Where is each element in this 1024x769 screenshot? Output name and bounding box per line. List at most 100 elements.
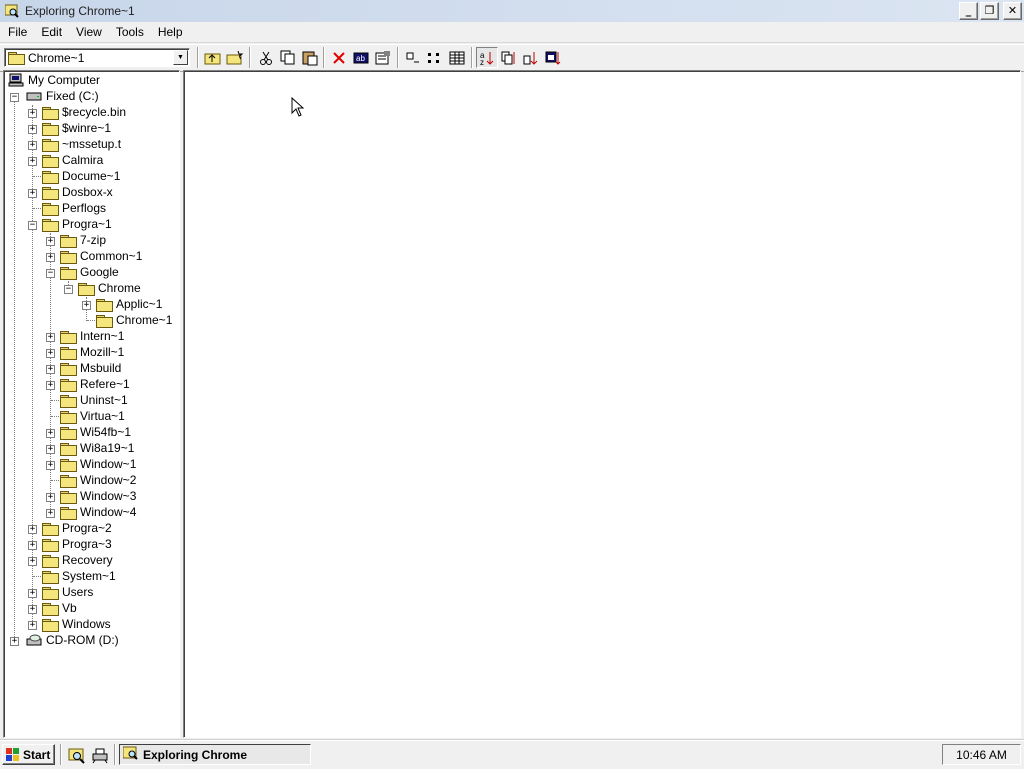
tree-item[interactable]: $recycle.bin [42, 104, 126, 120]
collapse-icon[interactable]: − [64, 285, 73, 294]
tree-item[interactable]: System~1 [42, 568, 116, 584]
expand-icon[interactable]: + [46, 365, 55, 374]
menu-help[interactable]: Help [151, 25, 190, 39]
tree-item[interactable]: Users [42, 584, 93, 600]
expand-icon[interactable]: + [46, 445, 55, 454]
tree-item[interactable]: Chrome [78, 280, 141, 296]
tree-item[interactable]: Vb [42, 600, 77, 616]
delete-button[interactable] [328, 47, 350, 68]
tree-item-drive-c[interactable]: Fixed (C:) [26, 88, 99, 104]
rename-button[interactable]: ab [350, 47, 372, 68]
chevron-down-icon[interactable]: ▼ [173, 50, 188, 65]
expand-icon[interactable]: + [28, 605, 37, 614]
tree-item[interactable]: Applic~1 [96, 296, 162, 312]
tree-item[interactable]: Refere~1 [60, 376, 130, 392]
tree-item[interactable]: Recovery [42, 552, 113, 568]
minimize-button[interactable]: _ [959, 2, 978, 20]
expand-icon[interactable]: + [28, 125, 37, 134]
tree-item[interactable]: Dosbox-x [42, 184, 113, 200]
expand-icon[interactable]: + [28, 589, 37, 598]
contents-pane[interactable] [183, 70, 1021, 738]
collapse-icon[interactable]: − [46, 269, 55, 278]
expand-icon[interactable]: + [46, 253, 55, 262]
tree-item[interactable]: Window~1 [60, 456, 136, 472]
expand-icon[interactable]: + [28, 525, 37, 534]
tree-item-selected[interactable]: Chrome~1 [96, 312, 172, 328]
map-drive-button[interactable] [224, 47, 246, 68]
tree-item[interactable]: Google [60, 264, 119, 280]
tree-item[interactable]: Window~3 [60, 488, 136, 504]
quick-launch-explorer-icon[interactable] [68, 746, 86, 764]
expand-icon[interactable]: + [28, 157, 37, 166]
expand-icon[interactable]: + [46, 461, 55, 470]
up-one-level-button[interactable] [202, 47, 224, 68]
tree-item[interactable]: Window~2 [60, 472, 136, 488]
clock[interactable]: 10:46 AM [956, 748, 1007, 762]
tree-item[interactable]: Progra~2 [42, 520, 112, 536]
toolbar: Chrome~1 ▼ ab az [0, 44, 1024, 72]
tree-item[interactable]: ~mssetup.t [42, 136, 121, 152]
restore-button[interactable]: ❐ [980, 2, 999, 20]
expand-icon[interactable]: + [10, 637, 19, 646]
large-icons-button[interactable] [402, 47, 424, 68]
tree-item-drive-d[interactable]: CD-ROM (D:) [26, 632, 119, 648]
tree-item[interactable]: Wi54fb~1 [60, 424, 131, 440]
expand-icon[interactable]: + [46, 333, 55, 342]
tree-item[interactable]: Perflogs [42, 200, 106, 216]
expand-icon[interactable]: + [46, 349, 55, 358]
expand-icon[interactable]: + [28, 621, 37, 630]
tree-item[interactable]: 7-zip [60, 232, 106, 248]
expand-icon[interactable]: + [46, 493, 55, 502]
tree-item[interactable]: Msbuild [60, 360, 121, 376]
tree-item[interactable]: Uninst~1 [60, 392, 128, 408]
quick-launch-printer-icon[interactable] [91, 746, 109, 764]
tree-item[interactable]: Docume~1 [42, 168, 120, 184]
tree-item-my-computer[interactable]: My Computer [8, 72, 100, 88]
folder-icon [60, 250, 77, 264]
start-button[interactable]: Start [2, 744, 55, 765]
expand-icon[interactable]: + [46, 381, 55, 390]
tree-item[interactable]: $winre~1 [42, 120, 111, 136]
expand-icon[interactable]: + [82, 301, 91, 310]
cut-button[interactable] [255, 47, 277, 68]
expand-icon[interactable]: + [28, 141, 37, 150]
expand-icon[interactable]: + [28, 109, 37, 118]
menu-file[interactable]: File [0, 25, 34, 39]
paste-button[interactable] [299, 47, 321, 68]
collapse-icon[interactable]: − [28, 221, 37, 230]
taskbar-window-button[interactable]: Exploring Chrome [119, 744, 311, 765]
close-button[interactable]: ✕ [1003, 2, 1022, 20]
tree-item[interactable]: Calmira [42, 152, 103, 168]
tree-item[interactable]: Virtua~1 [60, 408, 125, 424]
expand-icon[interactable]: + [46, 237, 55, 246]
tree-item[interactable]: Windows [42, 616, 111, 632]
tree-item[interactable]: Intern~1 [60, 328, 124, 344]
expand-icon[interactable]: + [28, 541, 37, 550]
menu-tools[interactable]: Tools [109, 25, 151, 39]
tree-item[interactable]: Window~4 [60, 504, 136, 520]
tree-item[interactable]: Common~1 [60, 248, 142, 264]
expand-icon[interactable]: + [28, 189, 37, 198]
task-label: Exploring Chrome [143, 747, 248, 762]
folder-icon [60, 442, 77, 456]
folder-tree[interactable]: My Computer − Fixed (C:) + $recycle.bin … [3, 70, 180, 738]
details-button[interactable] [446, 47, 468, 68]
menu-edit[interactable]: Edit [34, 25, 69, 39]
sort-size-button[interactable] [520, 47, 542, 68]
tree-item[interactable]: Mozill~1 [60, 344, 124, 360]
expand-icon[interactable]: + [46, 509, 55, 518]
menu-view[interactable]: View [69, 25, 109, 39]
expand-icon[interactable]: + [46, 429, 55, 438]
tree-item[interactable]: Progra~1 [42, 216, 112, 232]
sort-type-button[interactable] [498, 47, 520, 68]
small-icons-button[interactable] [424, 47, 446, 68]
collapse-icon[interactable]: − [10, 93, 19, 102]
tree-item[interactable]: Progra~3 [42, 536, 112, 552]
sort-name-button[interactable]: az [476, 47, 498, 68]
location-combo[interactable]: Chrome~1 ▼ [4, 48, 190, 67]
sort-date-button[interactable] [542, 47, 564, 68]
tree-item[interactable]: Wi8a19~1 [60, 440, 134, 456]
copy-button[interactable] [277, 47, 299, 68]
expand-icon[interactable]: + [28, 557, 37, 566]
properties-button[interactable] [372, 47, 394, 68]
